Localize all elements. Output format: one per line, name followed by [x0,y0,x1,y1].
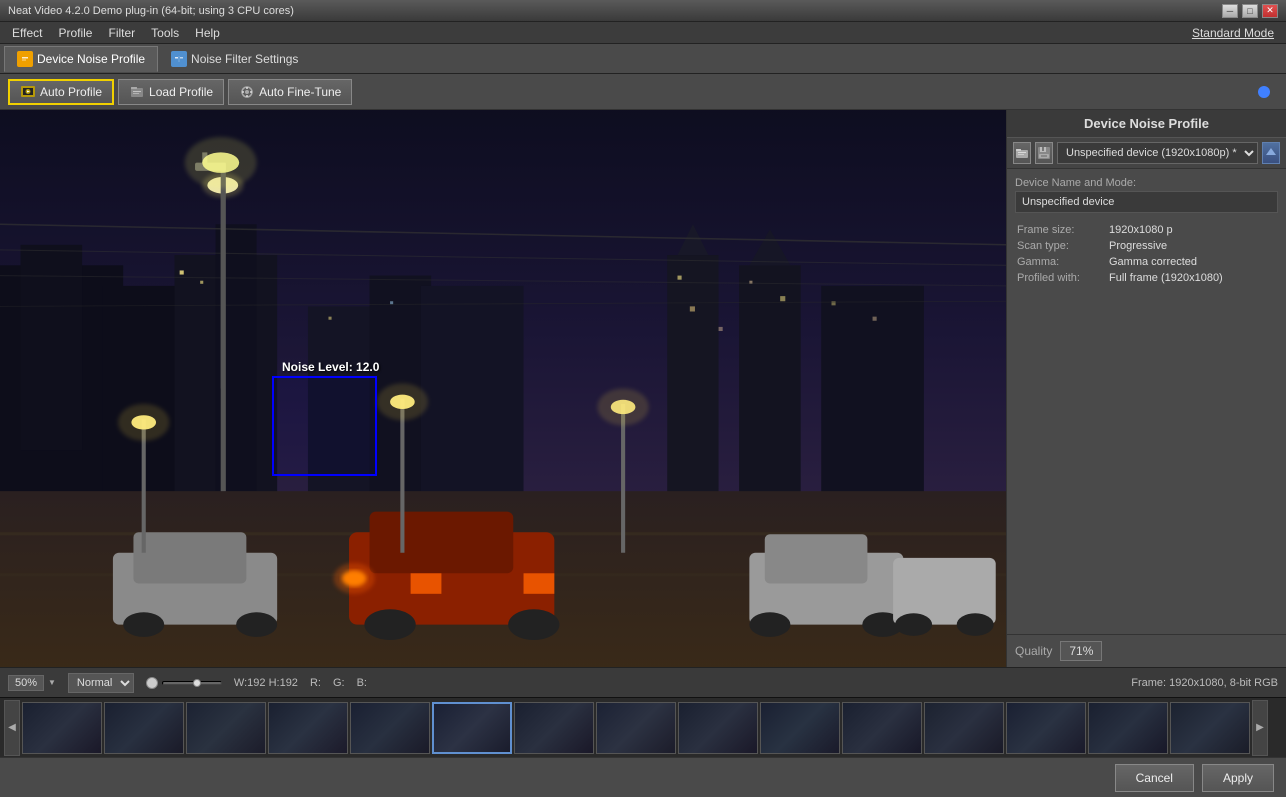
brightness-thumb[interactable] [193,679,201,687]
panel-header: Device Noise Profile [1007,110,1286,138]
quality-label: Quality [1015,644,1052,658]
gamma-label: Gamma: [1017,255,1107,269]
device-noise-icon [17,51,33,67]
load-profile-button[interactable]: Load Profile [118,79,224,105]
help-button[interactable] [1262,142,1280,164]
menu-tools[interactable]: Tools [143,24,187,42]
brightness-track[interactable] [162,681,222,685]
tab-filter-label: Noise Filter Settings [191,52,298,66]
panel-info: Device Name and Mode: Unspecified device… [1007,169,1286,634]
device-dropdown[interactable]: Unspecified device (1920x1080p) * [1057,142,1258,164]
panel-toolbar: Unspecified device (1920x1080p) * [1007,138,1286,169]
standard-mode-link[interactable]: Standard Mode [1184,24,1282,42]
open-folder-icon [1015,146,1029,160]
film-thumb-3[interactable] [268,702,348,754]
save-profile-button[interactable] [1035,142,1053,164]
frame-size-value: 1920x1080 p [1109,223,1276,237]
scan-type-label: Scan type: [1017,239,1107,253]
menu-bar: Effect Profile Filter Tools Help Standar… [0,22,1286,44]
menu-help[interactable]: Help [187,24,228,42]
tab-bar: Device Noise Profile Noise Filter Settin… [0,44,1286,74]
device-name-label: Device Name and Mode: [1015,177,1278,189]
video-scene [0,110,1006,667]
frame-size-label: Frame size: [1017,223,1107,237]
up-arrow-icon [1264,146,1278,160]
display-mode-select[interactable]: Normal [68,673,134,693]
title-text: Neat Video 4.2.0 Demo plug-in (64-bit; u… [8,5,294,17]
load-profile-icon [129,84,145,100]
film-thumb-14[interactable] [1170,702,1250,754]
zoom-control: 50% ▼ [8,675,56,691]
scan-type-value: Progressive [1109,239,1276,253]
film-thumb-2[interactable] [186,702,266,754]
channel-g: G: [333,677,345,689]
noise-annotation: Noise Level: 12.0 [272,360,379,476]
device-info-table: Frame size: 1920x1080 p Scan type: Progr… [1015,221,1278,287]
auto-profile-button[interactable]: Auto Profile [8,79,114,105]
film-thumb-5[interactable] [432,702,512,754]
tab-noise-filter-settings[interactable]: Noise Filter Settings [158,46,311,72]
film-thumb-7[interactable] [596,702,676,754]
window-controls: ─ □ ✕ [1222,4,1278,18]
maximize-button[interactable]: □ [1242,4,1258,18]
film-thumb-10[interactable] [842,702,922,754]
frame-info: Frame: 1920x1080, 8-bit RGB [1131,677,1278,689]
tab-device-noise-profile[interactable]: Device Noise Profile [4,46,158,72]
status-bar: 50% ▼ Normal W:192 H:192 R: G: B: Frame:… [0,667,1286,697]
tab-device-label: Device Noise Profile [37,52,145,66]
profiled-with-value: Full frame (1920x1080) [1109,271,1276,285]
status-indicator [1258,86,1270,98]
film-thumb-1[interactable] [104,702,184,754]
film-thumb-6[interactable] [514,702,594,754]
close-button[interactable]: ✕ [1262,4,1278,18]
film-thumb-8[interactable] [678,702,758,754]
filmstrip: ◀ ▶ [0,697,1286,757]
film-thumb-13[interactable] [1088,702,1168,754]
quality-value: 71% [1060,641,1102,661]
zoom-level[interactable]: 50% [8,675,44,691]
brightness-icon [146,677,158,689]
video-area[interactable]: Noise Level: 12.0 [0,110,1006,667]
auto-profile-icon [20,84,36,100]
film-thumb-12[interactable] [1006,702,1086,754]
quality-row: Quality 71% [1007,634,1286,667]
channel-b: B: [357,677,367,689]
cancel-button[interactable]: Cancel [1115,764,1194,792]
film-thumb-11[interactable] [924,702,1004,754]
main-content: Noise Level: 12.0 Device Noise Profile [0,110,1286,667]
filmstrip-prev[interactable]: ◀ [4,700,20,756]
toolbar: Auto Profile Load Profile Auto Fine-Tune [0,74,1286,110]
device-name-value: Unspecified device [1015,191,1278,213]
auto-fine-tune-button[interactable]: Auto Fine-Tune [228,79,352,105]
menu-profile[interactable]: Profile [50,24,100,42]
bottom-bar: Cancel Apply [0,757,1286,797]
noise-filter-icon [171,51,187,67]
menu-filter[interactable]: Filter [100,24,143,42]
open-profile-button[interactable] [1013,142,1031,164]
film-thumb-4[interactable] [350,702,430,754]
video-canvas: Noise Level: 12.0 [0,110,1006,667]
title-bar: Neat Video 4.2.0 Demo plug-in (64-bit; u… [0,0,1286,22]
noise-level-label: Noise Level: 12.0 [282,360,379,374]
gamma-value: Gamma corrected [1109,255,1276,269]
zoom-dropdown-arrow[interactable]: ▼ [48,678,56,687]
minimize-button[interactable]: ─ [1222,4,1238,18]
apply-button[interactable]: Apply [1202,764,1274,792]
auto-fine-tune-icon [239,84,255,100]
right-panel: Device Noise Profile [1006,110,1286,667]
menu-effect[interactable]: Effect [4,24,50,42]
dimensions-display: W:192 H:192 [234,677,298,689]
film-thumb-0[interactable] [22,702,102,754]
brightness-slider[interactable] [146,677,222,689]
profiled-with-label: Profiled with: [1017,271,1107,285]
filmstrip-next[interactable]: ▶ [1252,700,1268,756]
film-thumb-9[interactable] [760,702,840,754]
channel-r: R: [310,677,321,689]
save-icon [1037,146,1051,160]
noise-selection-box[interactable] [272,376,377,476]
